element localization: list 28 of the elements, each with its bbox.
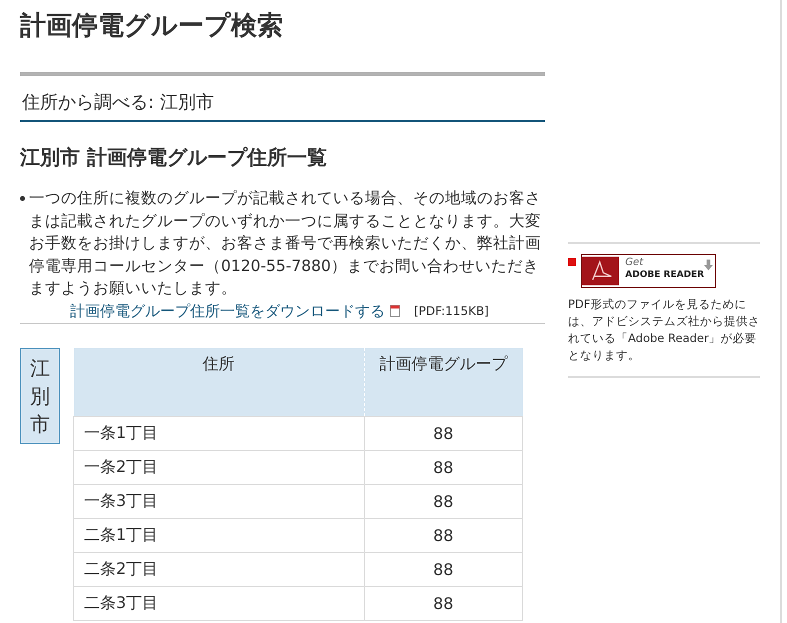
bullet-icon (20, 196, 25, 201)
download-icon (704, 259, 713, 271)
table-cell: 二条2丁目 (74, 552, 364, 586)
note-text: 一つの住所に複数のグループが記載されている場合、その地域のお客さまは記載されたグループのいずれか一つに属することとなります。大変お手数をお掛けしますが、お客さま番号で再検索いただくか、弊社計画停電専用コールセンター（0120-55-7880）までお問い合わせいただきますようお願いいたします。 (29, 188, 542, 299)
adobe-reader-badge[interactable]: Get ADOBE READER (581, 254, 716, 288)
table-cell: 88 (364, 552, 522, 586)
table-cell: 88 (364, 518, 522, 552)
badge-text: ADOBE READER (625, 269, 704, 281)
badge-text: Get (625, 257, 644, 269)
table-cell: 一条1丁目 (74, 416, 364, 450)
table-cell: 88 (364, 450, 522, 484)
column-header: 計画停電グループ (364, 348, 522, 416)
breadcrumb: 住所から調べる: 江別市 (21, 91, 215, 115)
pdf-icon (390, 305, 400, 317)
table-cell: 二条3丁目 (74, 586, 364, 620)
table-cell: 一条3丁目 (74, 484, 364, 518)
table-cell: 一条2丁目 (74, 450, 364, 484)
table-cell: 88 (364, 586, 522, 620)
file-size: [PDF:115KB] (414, 304, 489, 318)
column-header: 住所 (74, 348, 364, 416)
table-cell: 88 (364, 484, 522, 518)
section-title: 江別市 計画停電グループ住所一覧 (20, 144, 328, 171)
table-cell: 88 (364, 416, 522, 450)
download-link[interactable]: 計画停電グループ住所一覧をダウンロードする (70, 302, 385, 320)
sidebar-text: PDF形式のファイルを見るためには、アドビシステムズ社から提供されている「Adobe Reader」が必要となります。 (568, 296, 760, 364)
table-cell: 二条1丁目 (74, 518, 364, 552)
page-title: 計画停電グループ検索 (20, 10, 284, 43)
logo-icon (582, 255, 620, 287)
